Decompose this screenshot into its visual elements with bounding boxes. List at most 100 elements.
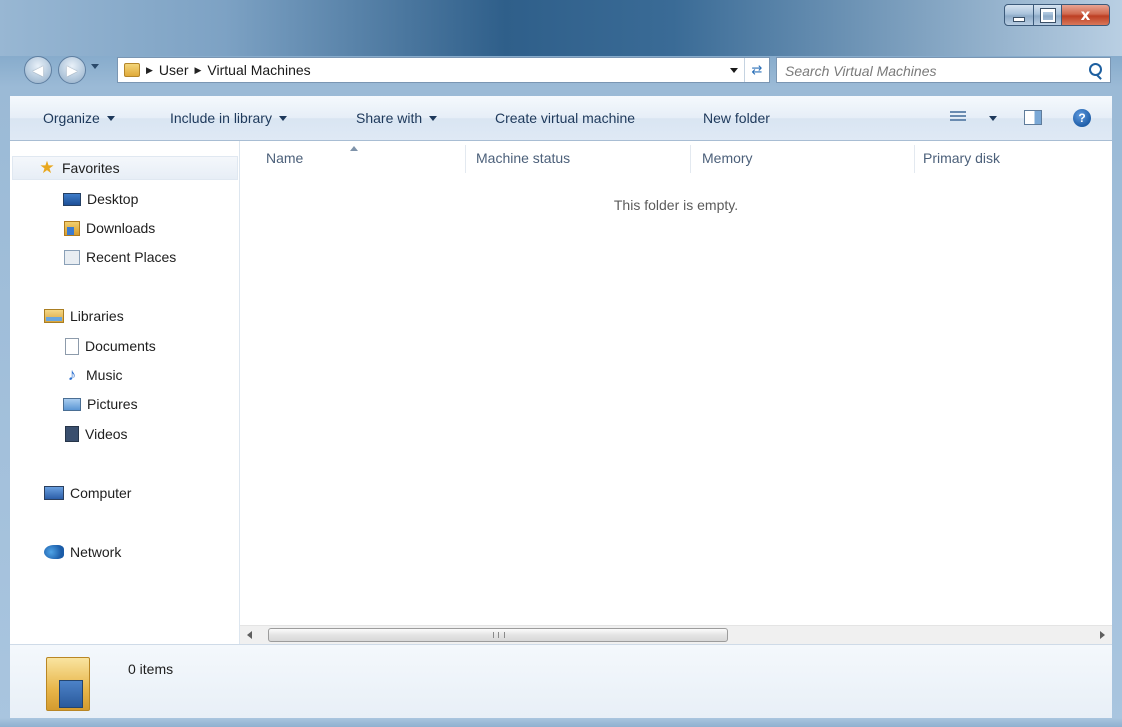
sidebar-item-downloads[interactable]: Downloads	[64, 216, 155, 240]
explorer-window: x ◀ ▶ ▶ User ▶ Virtual Machines ⇄ Search…	[0, 0, 1122, 727]
column-header-machine-status[interactable]: Machine status	[476, 141, 686, 175]
command-bar: Organize Include in library Share with C…	[10, 96, 1112, 141]
sidebar-item-label: Favorites	[62, 160, 120, 176]
scroll-left-icon[interactable]	[247, 631, 252, 639]
scrollbar-thumb[interactable]	[268, 628, 728, 642]
empty-folder-message: This folder is empty.	[613, 197, 739, 213]
pictures-icon	[63, 397, 81, 411]
sidebar-item-libraries[interactable]: Libraries	[44, 304, 124, 328]
organize-button[interactable]: Organize	[43, 96, 115, 140]
column-header-name[interactable]: Name	[266, 141, 466, 175]
sidebar-item-videos[interactable]: Videos	[65, 422, 128, 446]
sort-ascending-icon	[350, 146, 358, 151]
file-list: Name Machine status Memory Primary disk …	[240, 141, 1112, 644]
navigation-pane: ★ Favorites Desktop Downloads Recent Pla…	[10, 141, 240, 644]
details-pane: 0 items	[10, 644, 1112, 718]
close-icon: x	[1080, 6, 1091, 24]
chevron-down-icon	[730, 67, 738, 73]
column-divider[interactable]	[914, 145, 915, 173]
include-in-library-button[interactable]: Include in library	[170, 96, 287, 140]
sidebar-item-label: Computer	[70, 485, 132, 501]
recent-places-icon	[64, 249, 80, 265]
sidebar-item-label: Downloads	[86, 220, 156, 236]
caption-buttons: x	[1004, 4, 1110, 30]
scroll-right-icon[interactable]	[1100, 631, 1105, 639]
horizontal-scrollbar[interactable]	[240, 625, 1112, 644]
breadcrumb-virtual-machines[interactable]: Virtual Machines	[207, 62, 310, 78]
folder-icon	[124, 63, 140, 77]
sidebar-item-pictures[interactable]: Pictures	[63, 392, 138, 416]
breadcrumb-separator-icon[interactable]: ▶	[194, 65, 201, 76]
star-icon: ★	[39, 158, 55, 177]
address-controls: ⇄	[724, 58, 769, 82]
address-bar[interactable]: ▶ User ▶ Virtual Machines ⇄	[117, 57, 770, 83]
sidebar-item-label: Documents	[85, 338, 156, 354]
column-header-label: Machine status	[476, 150, 571, 166]
column-header-primary-disk[interactable]: Primary disk	[923, 141, 1103, 175]
content-area: ★ Favorites Desktop Downloads Recent Pla…	[10, 141, 1112, 644]
change-view-icon[interactable]	[950, 111, 966, 125]
sidebar-item-label: Music	[86, 367, 123, 383]
new-folder-label: New folder	[703, 110, 770, 126]
share-with-button[interactable]: Share with	[356, 96, 438, 140]
folder-thumbnail-icon	[46, 657, 90, 711]
address-dropdown-button[interactable]	[724, 58, 744, 82]
chevron-down-icon	[429, 115, 438, 121]
column-header-label: Primary disk	[923, 150, 1001, 166]
new-folder-button[interactable]: New folder	[703, 96, 770, 140]
column-header-memory[interactable]: Memory	[702, 141, 912, 175]
item-count: 0 items	[128, 661, 174, 677]
forward-button[interactable]: ▶	[58, 56, 86, 84]
column-header-label: Name	[266, 150, 304, 166]
sidebar-item-label: Videos	[85, 426, 128, 442]
back-button[interactable]: ◀	[24, 56, 52, 84]
search-box[interactable]	[776, 57, 1111, 83]
maximize-button[interactable]	[1034, 4, 1062, 26]
share-with-label: Share with	[356, 110, 423, 126]
view-options-chevron-icon[interactable]	[989, 116, 997, 121]
refresh-icon: ⇄	[751, 62, 763, 77]
back-arrow-icon: ◀	[32, 61, 44, 78]
scroll-grip-icon	[493, 632, 505, 638]
refresh-button[interactable]: ⇄	[744, 58, 769, 82]
computer-icon	[44, 486, 64, 500]
column-divider[interactable]	[465, 145, 466, 173]
organize-label: Organize	[43, 110, 100, 126]
sidebar-item-label: Libraries	[70, 308, 124, 324]
forward-arrow-icon: ▶	[66, 61, 78, 78]
network-icon	[44, 545, 64, 559]
sidebar-item-label: Desktop	[87, 191, 139, 207]
breadcrumb-user[interactable]: User	[159, 62, 189, 78]
sidebar-item-label: Network	[70, 544, 122, 560]
recent-pages-dropdown[interactable]	[91, 64, 99, 69]
breadcrumb-separator-icon[interactable]: ▶	[146, 65, 153, 76]
maximize-icon	[1039, 7, 1056, 23]
search-icon[interactable]	[1089, 63, 1102, 76]
search-input[interactable]	[783, 60, 1077, 82]
sidebar-item-label: Pictures	[87, 396, 138, 412]
minimize-button[interactable]	[1004, 4, 1034, 26]
sidebar-item-favorites[interactable]: ★ Favorites	[12, 156, 238, 180]
videos-icon	[65, 426, 79, 442]
sidebar-item-network[interactable]: Network	[44, 540, 121, 564]
help-icon[interactable]: ?	[1073, 109, 1091, 127]
window-bottom-border	[0, 718, 1122, 727]
sidebar-item-music[interactable]: ♪ Music	[64, 363, 123, 387]
sidebar-item-documents[interactable]: Documents	[65, 334, 156, 358]
chevron-down-icon	[278, 115, 287, 121]
sidebar-item-label: Recent Places	[86, 249, 177, 265]
preview-pane-icon[interactable]	[1024, 110, 1042, 125]
create-virtual-machine-label: Create virtual machine	[495, 110, 636, 126]
create-virtual-machine-button[interactable]: Create virtual machine	[495, 96, 635, 140]
sidebar-item-desktop[interactable]: Desktop	[63, 187, 138, 211]
include-in-library-label: Include in library	[170, 110, 272, 126]
music-note-icon: ♪	[67, 365, 77, 384]
sidebar-item-computer[interactable]: Computer	[44, 481, 131, 505]
navigation-bar: ◀ ▶ ▶ User ▶ Virtual Machines ⇄	[0, 46, 1122, 94]
libraries-icon	[44, 309, 64, 323]
sidebar-item-recent-places[interactable]: Recent Places	[64, 245, 176, 269]
close-button[interactable]: x	[1062, 4, 1110, 26]
chevron-down-icon	[106, 115, 115, 121]
column-divider[interactable]	[690, 145, 691, 173]
document-icon	[65, 337, 79, 355]
